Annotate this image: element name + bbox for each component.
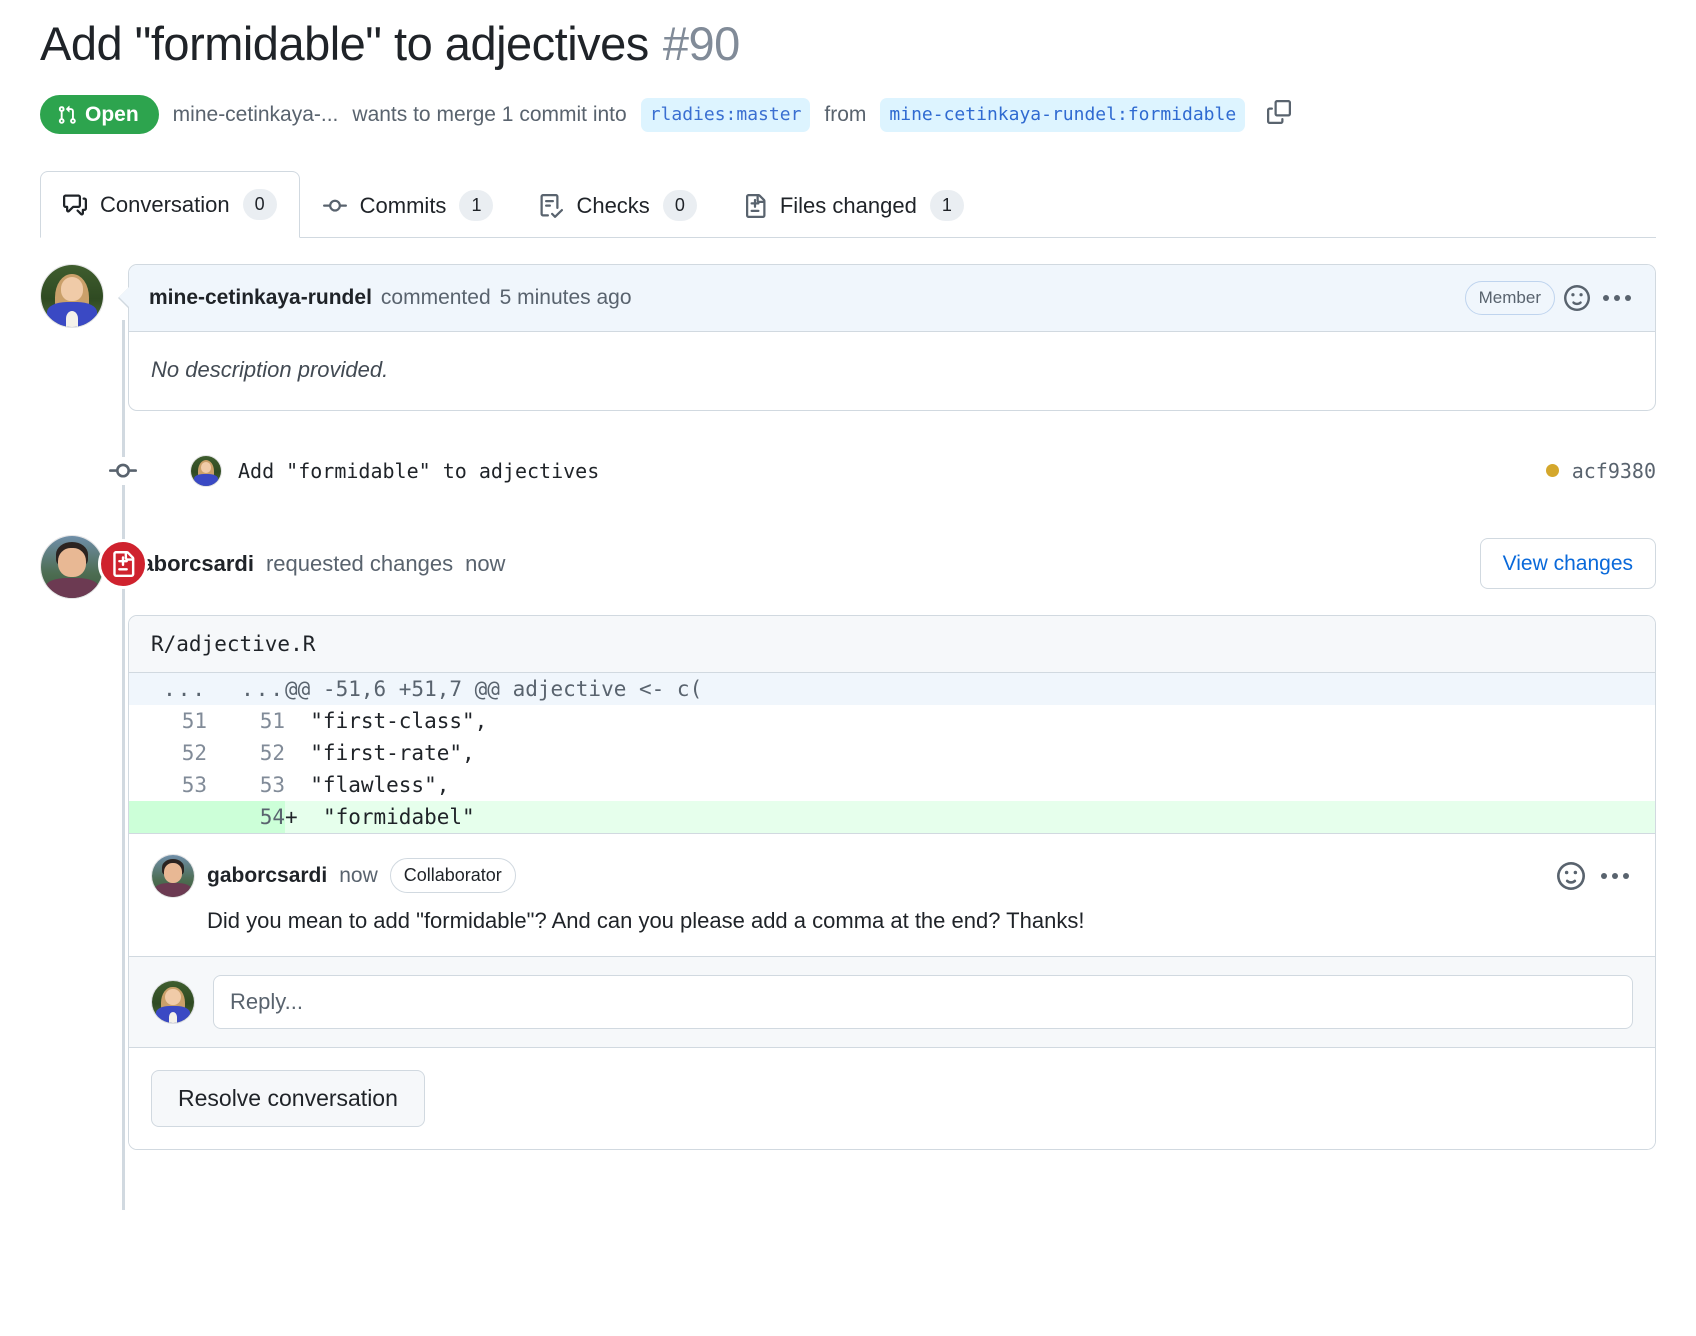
tab-files-changed[interactable]: Files changed 1 <box>720 172 987 238</box>
tab-conversation-count: 0 <box>243 189 277 220</box>
tab-conversation-label: Conversation <box>100 192 230 218</box>
tab-files-changed-count: 1 <box>930 190 964 221</box>
kebab-horizontal-icon[interactable] <box>1597 873 1633 879</box>
avatar[interactable] <box>40 535 104 599</box>
diff-new-lineno: 53 <box>207 769 285 801</box>
pr-title-text: Add "formidable" to adjectives <box>40 17 649 71</box>
commit-sha[interactable]: acf9380 <box>1546 459 1656 483</box>
comment-timestamp[interactable]: 5 minutes ago <box>500 286 632 310</box>
avatar[interactable] <box>190 455 222 487</box>
comment-body-text: No description provided. <box>151 357 388 382</box>
inline-comment-timestamp[interactable]: now <box>339 864 378 888</box>
comment-discussion-icon <box>63 193 87 217</box>
inline-review-comment: gaborcsardi now Collaborator <box>129 833 1655 956</box>
status-badge: Open <box>40 95 159 134</box>
diff-container: R/adjective.R ... ... @@ -51,6 +51,7 @@ … <box>128 615 1656 1150</box>
pr-timeline: mine-cetinkaya-rundel commented 5 minute… <box>40 264 1656 1150</box>
diff-row-added: 54 + "formidabel" <box>129 801 1655 833</box>
diff-row-hunk: ... ... @@ -51,6 +51,7 @@ adjective <- c… <box>129 673 1655 705</box>
commit-status-dot[interactable] <box>1546 464 1559 477</box>
resolve-row: Resolve conversation <box>129 1047 1655 1149</box>
diff-new-lineno: 54 <box>207 801 285 833</box>
checklist-icon <box>539 194 563 218</box>
tab-checks-count: 0 <box>663 190 697 221</box>
diff-table: ... ... @@ -51,6 +51,7 @@ adjective <- c… <box>129 673 1655 833</box>
status-badge-label: Open <box>85 104 139 125</box>
tab-files-changed-label: Files changed <box>780 193 917 219</box>
diff-code-text: "formidabel" <box>298 805 475 829</box>
comment-header: mine-cetinkaya-rundel commented 5 minute… <box>129 265 1655 332</box>
diff-new-lineno: 52 <box>207 737 285 769</box>
review-timestamp[interactable]: now <box>465 551 505 577</box>
comment-action: commented <box>381 286 491 310</box>
pr-tab-bar: Conversation 0 Commits 1 Checks 0 <box>40 170 1656 238</box>
smiley-icon[interactable] <box>1564 285 1590 311</box>
tab-commits-count: 1 <box>459 190 493 221</box>
main-comment: mine-cetinkaya-rundel commented 5 minute… <box>40 264 1656 411</box>
diff-code[interactable]: "flawless", <box>285 769 1655 801</box>
comment-card: mine-cetinkaya-rundel commented 5 minute… <box>128 264 1656 411</box>
file-diff-icon <box>98 539 148 589</box>
pr-number: #90 <box>663 16 740 71</box>
base-branch-chip[interactable]: rladies:master <box>641 98 811 132</box>
review-timeline-item: gaborcsardi requested changes now View c… <box>40 535 1656 1150</box>
diff-new-lineno: 51 <box>207 705 285 737</box>
reply-input[interactable] <box>213 975 1633 1029</box>
review-header: gaborcsardi requested changes now View c… <box>128 535 1656 593</box>
smiley-icon[interactable] <box>1557 862 1585 890</box>
diff-old-lineno: 53 <box>129 769 207 801</box>
comment-body: No description provided. <box>129 332 1655 410</box>
clipboard-copy-icon[interactable] <box>1267 100 1291 129</box>
page-title: Add "formidable" to adjectives #90 <box>40 0 1656 71</box>
comment-author[interactable]: mine-cetinkaya-rundel <box>149 286 372 310</box>
tab-commits-label: Commits <box>360 193 447 219</box>
diff-row-context: 52 52 "first-rate", <box>129 737 1655 769</box>
diff-code[interactable]: + "formidabel" <box>285 801 1655 833</box>
commit-message[interactable]: Add "formidable" to adjectives <box>238 459 599 483</box>
inline-comment-author[interactable]: gaborcsardi <box>207 864 327 888</box>
tab-conversation[interactable]: Conversation 0 <box>40 171 300 238</box>
git-commit-icon <box>323 194 347 218</box>
view-changes-button[interactable]: View changes <box>1480 538 1656 589</box>
review-main: gaborcsardi requested changes now View c… <box>128 535 1656 1150</box>
pr-author-name[interactable]: mine-cetinkaya-... <box>173 103 339 127</box>
pull-request-page: Add "formidable" to adjectives #90 Open … <box>0 0 1696 1150</box>
inline-comment-header: gaborcsardi now Collaborator <box>151 854 1633 898</box>
avatar[interactable] <box>40 264 104 328</box>
diff-old-lineno: ... <box>129 673 207 705</box>
commit-main: Add "formidable" to adjectives acf9380 <box>190 455 1656 487</box>
diff-row-context: 51 51 "first-class", <box>129 705 1655 737</box>
diff-filename[interactable]: R/adjective.R <box>129 616 1655 673</box>
commit-sha-text[interactable]: acf9380 <box>1572 459 1656 483</box>
diff-old-lineno <box>129 801 207 833</box>
git-pull-request-icon <box>57 105 77 125</box>
status-badge: Member <box>1465 281 1555 315</box>
head-branch-chip[interactable]: mine-cetinkaya-rundel:formidable <box>880 98 1245 132</box>
diff-row-context: 53 53 "flawless", <box>129 769 1655 801</box>
status-badge: Collaborator <box>390 858 516 893</box>
merge-description-2: from <box>824 103 866 127</box>
pr-subhead: Open mine-cetinkaya-... wants to merge 1… <box>40 95 1656 134</box>
git-commit-icon <box>98 457 148 485</box>
merge-description-1: wants to merge 1 commit into <box>352 103 626 127</box>
diff-code[interactable]: "first-rate", <box>285 737 1655 769</box>
tab-commits[interactable]: Commits 1 <box>300 172 517 238</box>
diff-new-lineno: ... <box>207 673 285 705</box>
file-diff-icon <box>743 194 767 218</box>
commit-timeline-item: Add "formidable" to adjectives acf9380 <box>40 455 1656 487</box>
avatar[interactable] <box>151 854 195 898</box>
inline-comment-body: Did you mean to add "formidable"? And ca… <box>207 908 1633 934</box>
avatar[interactable] <box>151 980 195 1024</box>
diff-old-lineno: 51 <box>129 705 207 737</box>
review-action: requested changes <box>266 551 453 577</box>
diff-add-marker: + <box>285 805 298 829</box>
tab-checks[interactable]: Checks 0 <box>516 172 719 238</box>
diff-code[interactable]: "first-class", <box>285 705 1655 737</box>
kebab-horizontal-icon[interactable] <box>1599 295 1635 301</box>
resolve-conversation-button[interactable]: Resolve conversation <box>151 1070 425 1127</box>
tab-checks-label: Checks <box>576 193 649 219</box>
reply-row <box>129 956 1655 1047</box>
diff-code[interactable]: @@ -51,6 +51,7 @@ adjective <- c( <box>285 673 1655 705</box>
diff-old-lineno: 52 <box>129 737 207 769</box>
